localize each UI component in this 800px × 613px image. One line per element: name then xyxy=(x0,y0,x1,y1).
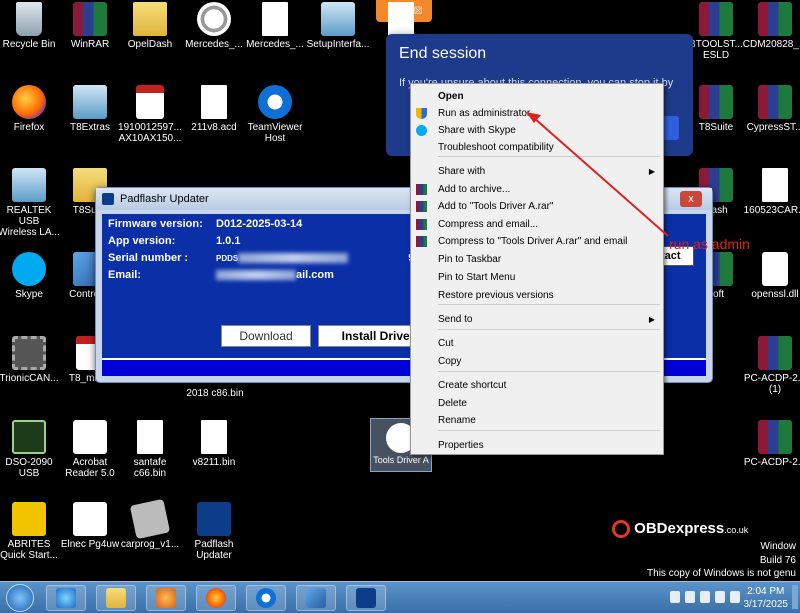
taskbar-explorer[interactable] xyxy=(96,585,136,611)
tray-icon[interactable] xyxy=(670,591,680,603)
clock-date: 3/17/2025 xyxy=(743,599,789,610)
tray-icon[interactable] xyxy=(685,591,695,603)
padflash-icon xyxy=(356,588,376,608)
folder-icon xyxy=(106,588,126,608)
taskbar: 2:04 PM 3/17/2025 xyxy=(0,581,800,613)
volume-icon[interactable] xyxy=(715,591,725,603)
taskbar-teamviewer[interactable] xyxy=(246,585,286,611)
taskbar-ie[interactable] xyxy=(46,585,86,611)
show-desktop-button[interactable] xyxy=(792,585,798,609)
internet-explorer-icon xyxy=(56,588,76,608)
start-button[interactable] xyxy=(6,584,34,612)
annotation-label: run as admin xyxy=(669,236,750,252)
windows-notice-line1: Window xyxy=(760,541,796,552)
system-tray[interactable] xyxy=(670,591,740,603)
teamviewer-icon xyxy=(256,588,276,608)
watermark-domain: .co.uk xyxy=(724,525,749,535)
windows-notice-line2: Build 76 xyxy=(759,555,796,566)
taskbar-control-panel[interactable] xyxy=(296,585,336,611)
windows-notice-line3: This copy of Windows is not genu xyxy=(647,568,796,579)
obdexpress-logo-icon xyxy=(612,520,630,539)
flag-icon[interactable] xyxy=(730,591,740,603)
control-panel-icon xyxy=(306,588,326,608)
firefox-icon xyxy=(206,588,226,608)
network-icon[interactable] xyxy=(700,591,710,603)
taskbar-firefox[interactable] xyxy=(196,585,236,611)
obdexpress-watermark: OBDexpress.co.uk xyxy=(612,520,749,539)
taskbar-media-player[interactable] xyxy=(146,585,186,611)
watermark-brand: OBDexpress xyxy=(634,520,725,537)
clock[interactable]: 2:04 PM 3/17/2025 xyxy=(744,585,789,611)
clock-time: 2:04 PM xyxy=(747,586,785,597)
taskbar-padflash[interactable] xyxy=(346,585,386,611)
media-player-icon xyxy=(156,588,176,608)
